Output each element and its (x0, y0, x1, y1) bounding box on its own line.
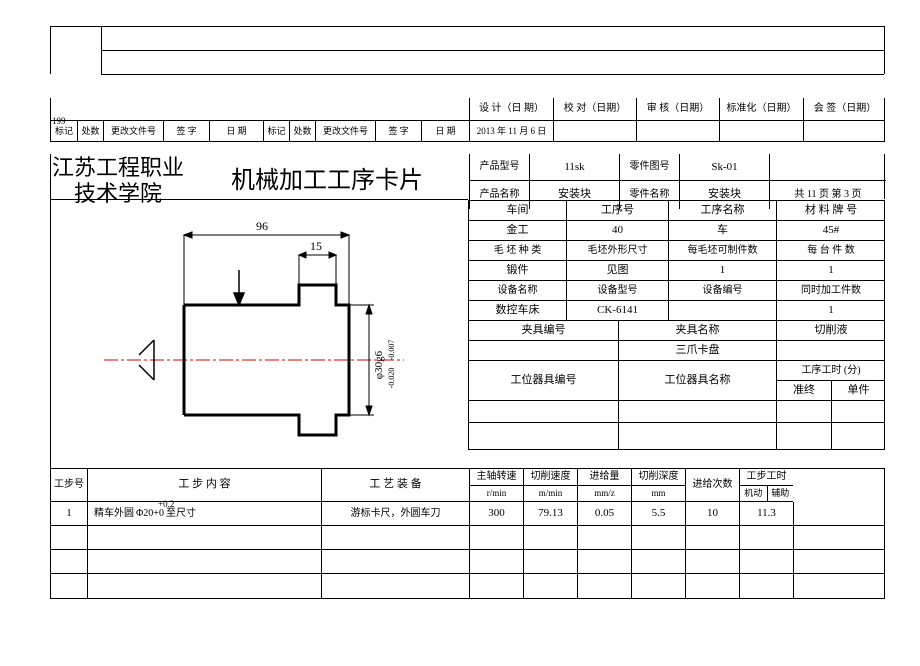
fixture-no-label: 夹具编号 (468, 321, 618, 340)
blank-type-val: 锻件 (468, 261, 566, 280)
sign2: 签 字 (375, 121, 421, 142)
time-aux: 辅助 (767, 486, 794, 501)
opname-label: 工序名称 (668, 201, 776, 220)
workshop-label: 车间 (468, 201, 566, 220)
info-block: 车间 工序号 工序名称 材 料 牌 号 金工 40 车 45# 毛 坯 种 类 … (468, 200, 885, 450)
per-set-val: 1 (776, 261, 885, 280)
opno-label: 工序号 (566, 201, 668, 220)
step1-cut: 79.13 (523, 502, 577, 525)
part-code-val: Sk-01 (679, 154, 769, 181)
design-date-val: 2013 年 11 月 6 日 (469, 121, 553, 142)
depth-hdr: 切削深度 (632, 469, 685, 485)
cut-unit: m/min (524, 485, 577, 501)
count2: 处数 (289, 121, 315, 142)
coolant-val (776, 341, 885, 360)
step1-cycles: 10 (685, 502, 739, 525)
product-model-val: 11sk (529, 154, 619, 181)
dim-15: 15 (310, 239, 322, 253)
step1-depth: 5.5 (631, 502, 685, 525)
dia-label: φ30g6 (373, 350, 385, 379)
step1-spindle: 300 (469, 502, 523, 525)
simul-val: 1 (776, 301, 885, 320)
count1: 处数 (77, 121, 103, 142)
station-name-label: 工位器具名称 (618, 361, 776, 401)
time-move: 机动 (740, 486, 767, 501)
unit-time-label: 单件 (831, 381, 885, 400)
step1-feed: 0.05 (577, 502, 631, 525)
sign1: 签 字 (163, 121, 209, 142)
feed-hdr: 进给量 (578, 469, 631, 485)
blank-dim-label: 毛坯外形尺寸 (566, 241, 668, 260)
header-main: 江苏工程职业 技术学院 机械加工工序卡片 产品型号 产品名称 11sk 安装块 … (50, 154, 885, 199)
step-content-hdr: 工 步 内 容 (87, 469, 321, 502)
date2: 日 期 (421, 121, 469, 142)
equip-name-label: 设备名称 (468, 281, 566, 300)
equip-no-val (668, 301, 776, 320)
tol1: -0.007 (387, 340, 396, 361)
part-code-label: 零件图号 (619, 154, 679, 181)
equip-no-label: 设备编号 (668, 281, 776, 300)
dim-96: 96 (256, 219, 268, 233)
sign-date-label: 会 签（日期） (803, 98, 886, 120)
workshop-val: 金工 (468, 221, 566, 240)
standard-date-label: 标准化（日期） (719, 98, 803, 120)
review-date-label: 审 核（日期） (636, 98, 719, 120)
mark2: 标记 (263, 121, 289, 142)
equip-model-label: 设备型号 (566, 281, 668, 300)
card-title: 机械加工工序卡片 (231, 167, 423, 196)
depth-unit: mm (632, 485, 685, 501)
step1-no: 1 (51, 502, 87, 525)
per-set-label: 每 台 件 数 (776, 241, 885, 260)
coolant-label: 切削液 (776, 321, 885, 340)
fixture-name-label: 夹具名称 (618, 321, 776, 340)
equip-name-val: 数控车床 (468, 301, 566, 320)
simul-label: 同时加工件数 (776, 281, 885, 300)
time-hdr: 工步工时 (740, 469, 793, 485)
step1-timeA: 11.3 (739, 502, 793, 525)
material-val: 45# (776, 221, 885, 240)
school-line1: 江苏工程职业 (52, 155, 184, 181)
blank-type-label: 毛 坯 种 类 (468, 241, 566, 260)
spindle-unit: r/min (470, 485, 523, 501)
mark1: 标记 (51, 121, 77, 142)
step-equip-hdr: 工 艺 装 备 (321, 469, 469, 502)
per-blank-label: 每毛坯可制件数 (668, 241, 776, 260)
cut-hdr: 切削速度 (524, 469, 577, 485)
step-no-hdr: 工步号 (51, 469, 87, 502)
equip-model-val: CK-6141 (566, 301, 668, 320)
design-date-label: 设 计（日 期） (469, 98, 553, 120)
blank-dim-val: 见图 (566, 261, 668, 280)
fixture-no-val (468, 341, 618, 360)
date1: 日 期 (209, 121, 263, 142)
step1-content: 精车外圆 Φ20+0 +0.2 至尺寸 (87, 502, 321, 525)
station-no-label: 工位器具编号 (468, 361, 618, 401)
material-label: 材 料 牌 号 (776, 201, 885, 220)
approval-block: 设 计（日 期） 校 对（日期） 审 核（日期） 标准化（日期） 会 签（日期）… (50, 98, 885, 142)
check-date-label: 校 对（日期） (553, 98, 636, 120)
step1-timeB (793, 502, 840, 525)
steps-table: 工步号 工 步 内 容 工 艺 装 备 主轴转速 r/min 切削速度 m/mi… (50, 468, 885, 599)
technical-drawing: 96 15 φ30g6 -0.007 -0.020 (94, 210, 464, 446)
fixture-name-val: 三爪卡盘 (618, 341, 776, 360)
opname-val: 车 (668, 221, 776, 240)
tol2: -0.020 (387, 368, 396, 389)
product-model-label: 产品型号 (469, 154, 529, 181)
changefile2: 更改文件号 (315, 121, 375, 142)
cycles-hdr: 进给次数 (685, 469, 739, 502)
opno-val: 40 (566, 221, 668, 240)
per-blank-val: 1 (668, 261, 776, 280)
feed-unit: mm/z (578, 485, 631, 501)
step1-equip: 游标卡尺，外圆车刀 (321, 502, 469, 525)
top-blank-rows (50, 26, 885, 74)
spindle-hdr: 主轴转速 (470, 469, 523, 485)
prep-time-label: 准终 (777, 381, 831, 400)
op-time-label: 工序工时 (分) (777, 361, 885, 381)
changefile1: 更改文件号 (103, 121, 163, 142)
